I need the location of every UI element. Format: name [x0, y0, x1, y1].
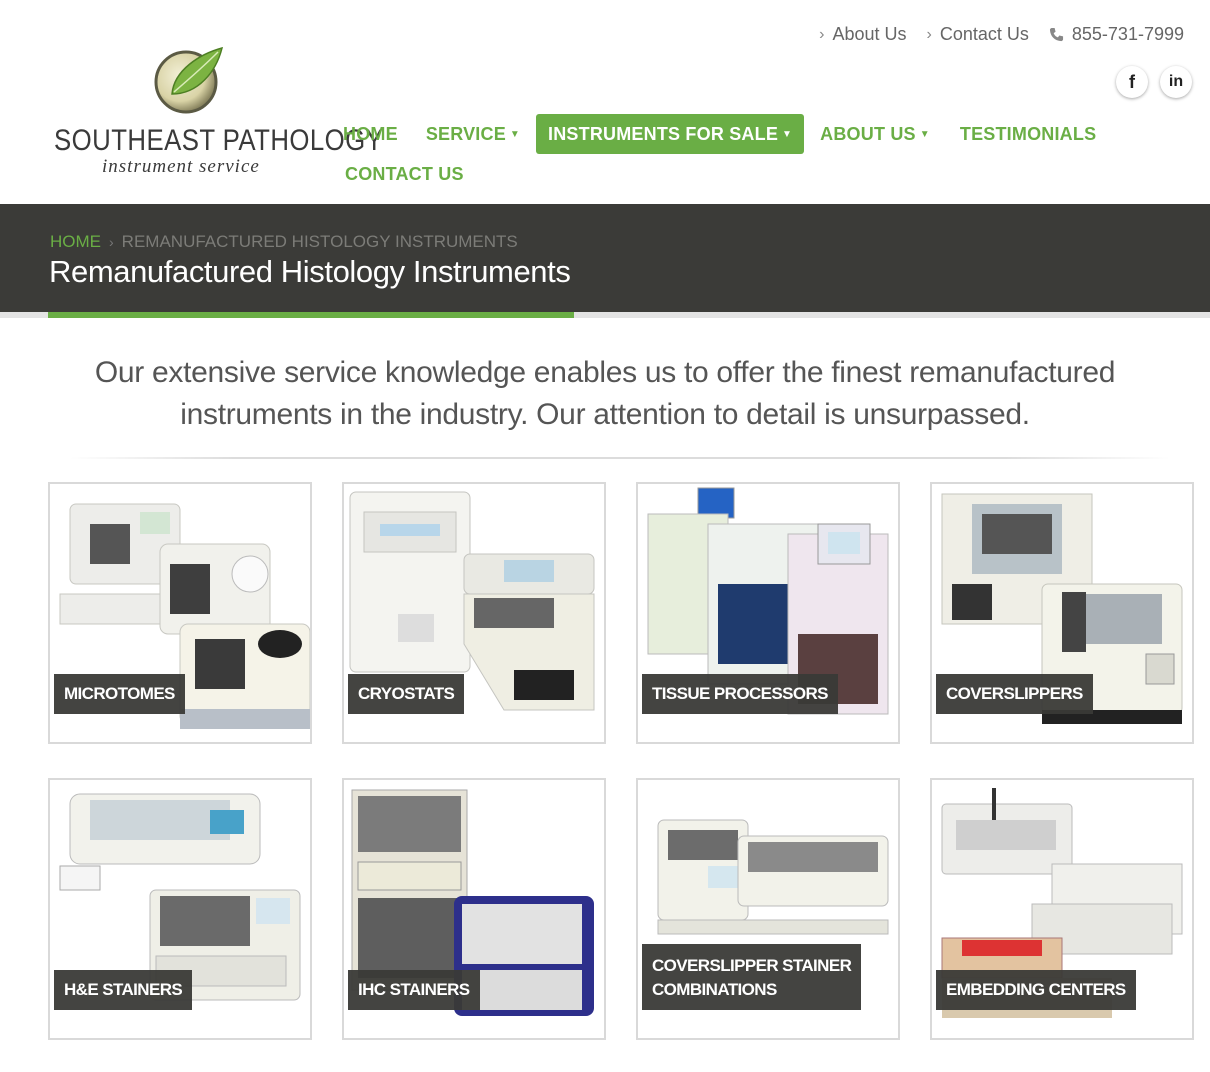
- intro-line-1: Our extensive service knowledge enables …: [94, 356, 1116, 389]
- breadcrumb-home[interactable]: HOME: [50, 232, 101, 252]
- intro-line-2: instruments in the industry. Our attenti…: [180, 398, 1030, 431]
- product-label: CRYOSTATS: [348, 674, 465, 714]
- nav-service-label: SERVICE: [425, 123, 506, 144]
- site-header: SOUTHEAST PATHOLOGY instrument service ›…: [0, 0, 1210, 204]
- product-label: H&E STAINERS: [54, 970, 193, 1010]
- phone-icon: [1049, 27, 1063, 42]
- product-label-line-2: COMBINATIONS: [652, 980, 777, 999]
- nav-testimonials[interactable]: TESTIMONIALS: [950, 114, 1106, 154]
- nav-about-label: ABOUT US: [820, 123, 916, 144]
- product-card-ihc-stainers[interactable]: IHC STAINERS: [342, 778, 606, 1040]
- facebook-icon[interactable]: f: [1116, 66, 1148, 98]
- chevron-right-icon: ›: [819, 25, 825, 43]
- leaf-logo-icon: [154, 46, 224, 114]
- phone-number: 855-731-7999: [1071, 24, 1184, 44]
- main-nav: HOME SERVICE ▼ INSTRUMENTS FOR SALE ▼ ABOU…: [333, 114, 1096, 194]
- product-card-coverslippers[interactable]: COVERSLIPPERS: [930, 482, 1194, 744]
- nav-testimonials-label: TESTIMONIALS: [959, 123, 1097, 144]
- product-label: TISSUE PROCESSORS: [642, 674, 838, 714]
- product-label: IHC STAINERS: [348, 970, 480, 1010]
- product-label-line-1: COVERSLIPPER STAINER: [652, 956, 852, 975]
- nav-home[interactable]: HOME: [333, 114, 408, 154]
- nav-service[interactable]: SERVICE ▼: [416, 114, 530, 154]
- product-label: MICROTOMES: [54, 674, 185, 714]
- product-label: COVERSLIPPER STAINER COMBINATIONS: [642, 944, 862, 1010]
- top-link-contact-label: Contact Us: [939, 24, 1029, 44]
- chevron-right-icon: ›: [926, 25, 932, 43]
- product-label: COVERSLIPPERS: [936, 674, 1093, 714]
- nav-contact-label: CONTACT US: [345, 163, 464, 184]
- logo-subtitle: instrument service: [102, 156, 260, 177]
- linkedin-icon[interactable]: in: [1160, 66, 1192, 98]
- top-links: › About Us › Contact Us 855-731-7999: [819, 24, 1184, 45]
- logo[interactable]: SOUTHEAST PATHOLOGY instrument service: [50, 38, 383, 188]
- product-card-embedding-centers[interactable]: EMBEDDING CENTERS: [930, 778, 1194, 1040]
- banner-accent-bar: [48, 312, 574, 318]
- top-link-about[interactable]: › About Us: [819, 24, 906, 45]
- product-card-microtomes[interactable]: MICROTOMES: [48, 482, 312, 744]
- nav-home-label: HOME: [343, 123, 398, 144]
- social-links: f in: [1116, 66, 1192, 98]
- breadcrumb-current: REMANUFACTURED HISTOLOGY INSTRUMENTS: [121, 232, 518, 251]
- nav-contact-us[interactable]: CONTACT US: [333, 154, 474, 194]
- product-card-he-stainers[interactable]: H&E STAINERS: [48, 778, 312, 1040]
- caret-down-icon: ▼: [919, 128, 930, 140]
- top-link-contact[interactable]: › Contact Us: [927, 24, 1029, 45]
- divider: [70, 457, 1170, 459]
- intro-text: Our extensive service knowledge enables …: [60, 352, 1150, 436]
- breadcrumb: HOME › REMANUFACTURED HISTOLOGY INSTRUME…: [50, 232, 518, 252]
- phone-link[interactable]: 855-731-7999: [1049, 24, 1184, 45]
- caret-down-icon: ▼: [782, 128, 793, 140]
- nav-instruments-label: INSTRUMENTS FOR SALE: [548, 123, 779, 144]
- product-card-tissue-processors[interactable]: TISSUE PROCESSORS: [636, 482, 900, 744]
- caret-down-icon: ▼: [509, 128, 521, 140]
- page-banner: HOME › REMANUFACTURED HISTOLOGY INSTRUME…: [0, 204, 1210, 312]
- nav-instruments-for-sale[interactable]: INSTRUMENTS FOR SALE ▼: [536, 114, 805, 154]
- page-title: Remanufactured Histology Instruments: [49, 254, 571, 289]
- top-link-about-label: About Us: [832, 24, 907, 44]
- chevron-right-icon: ›: [109, 234, 114, 250]
- product-label: EMBEDDING CENTERS: [936, 970, 1136, 1010]
- nav-about-us[interactable]: ABOUT US ▼: [810, 114, 940, 154]
- product-card-cryostats[interactable]: CRYOSTATS: [342, 482, 606, 744]
- product-card-coverslipper-stainer-combinations[interactable]: COVERSLIPPER STAINER COMBINATIONS: [636, 778, 900, 1040]
